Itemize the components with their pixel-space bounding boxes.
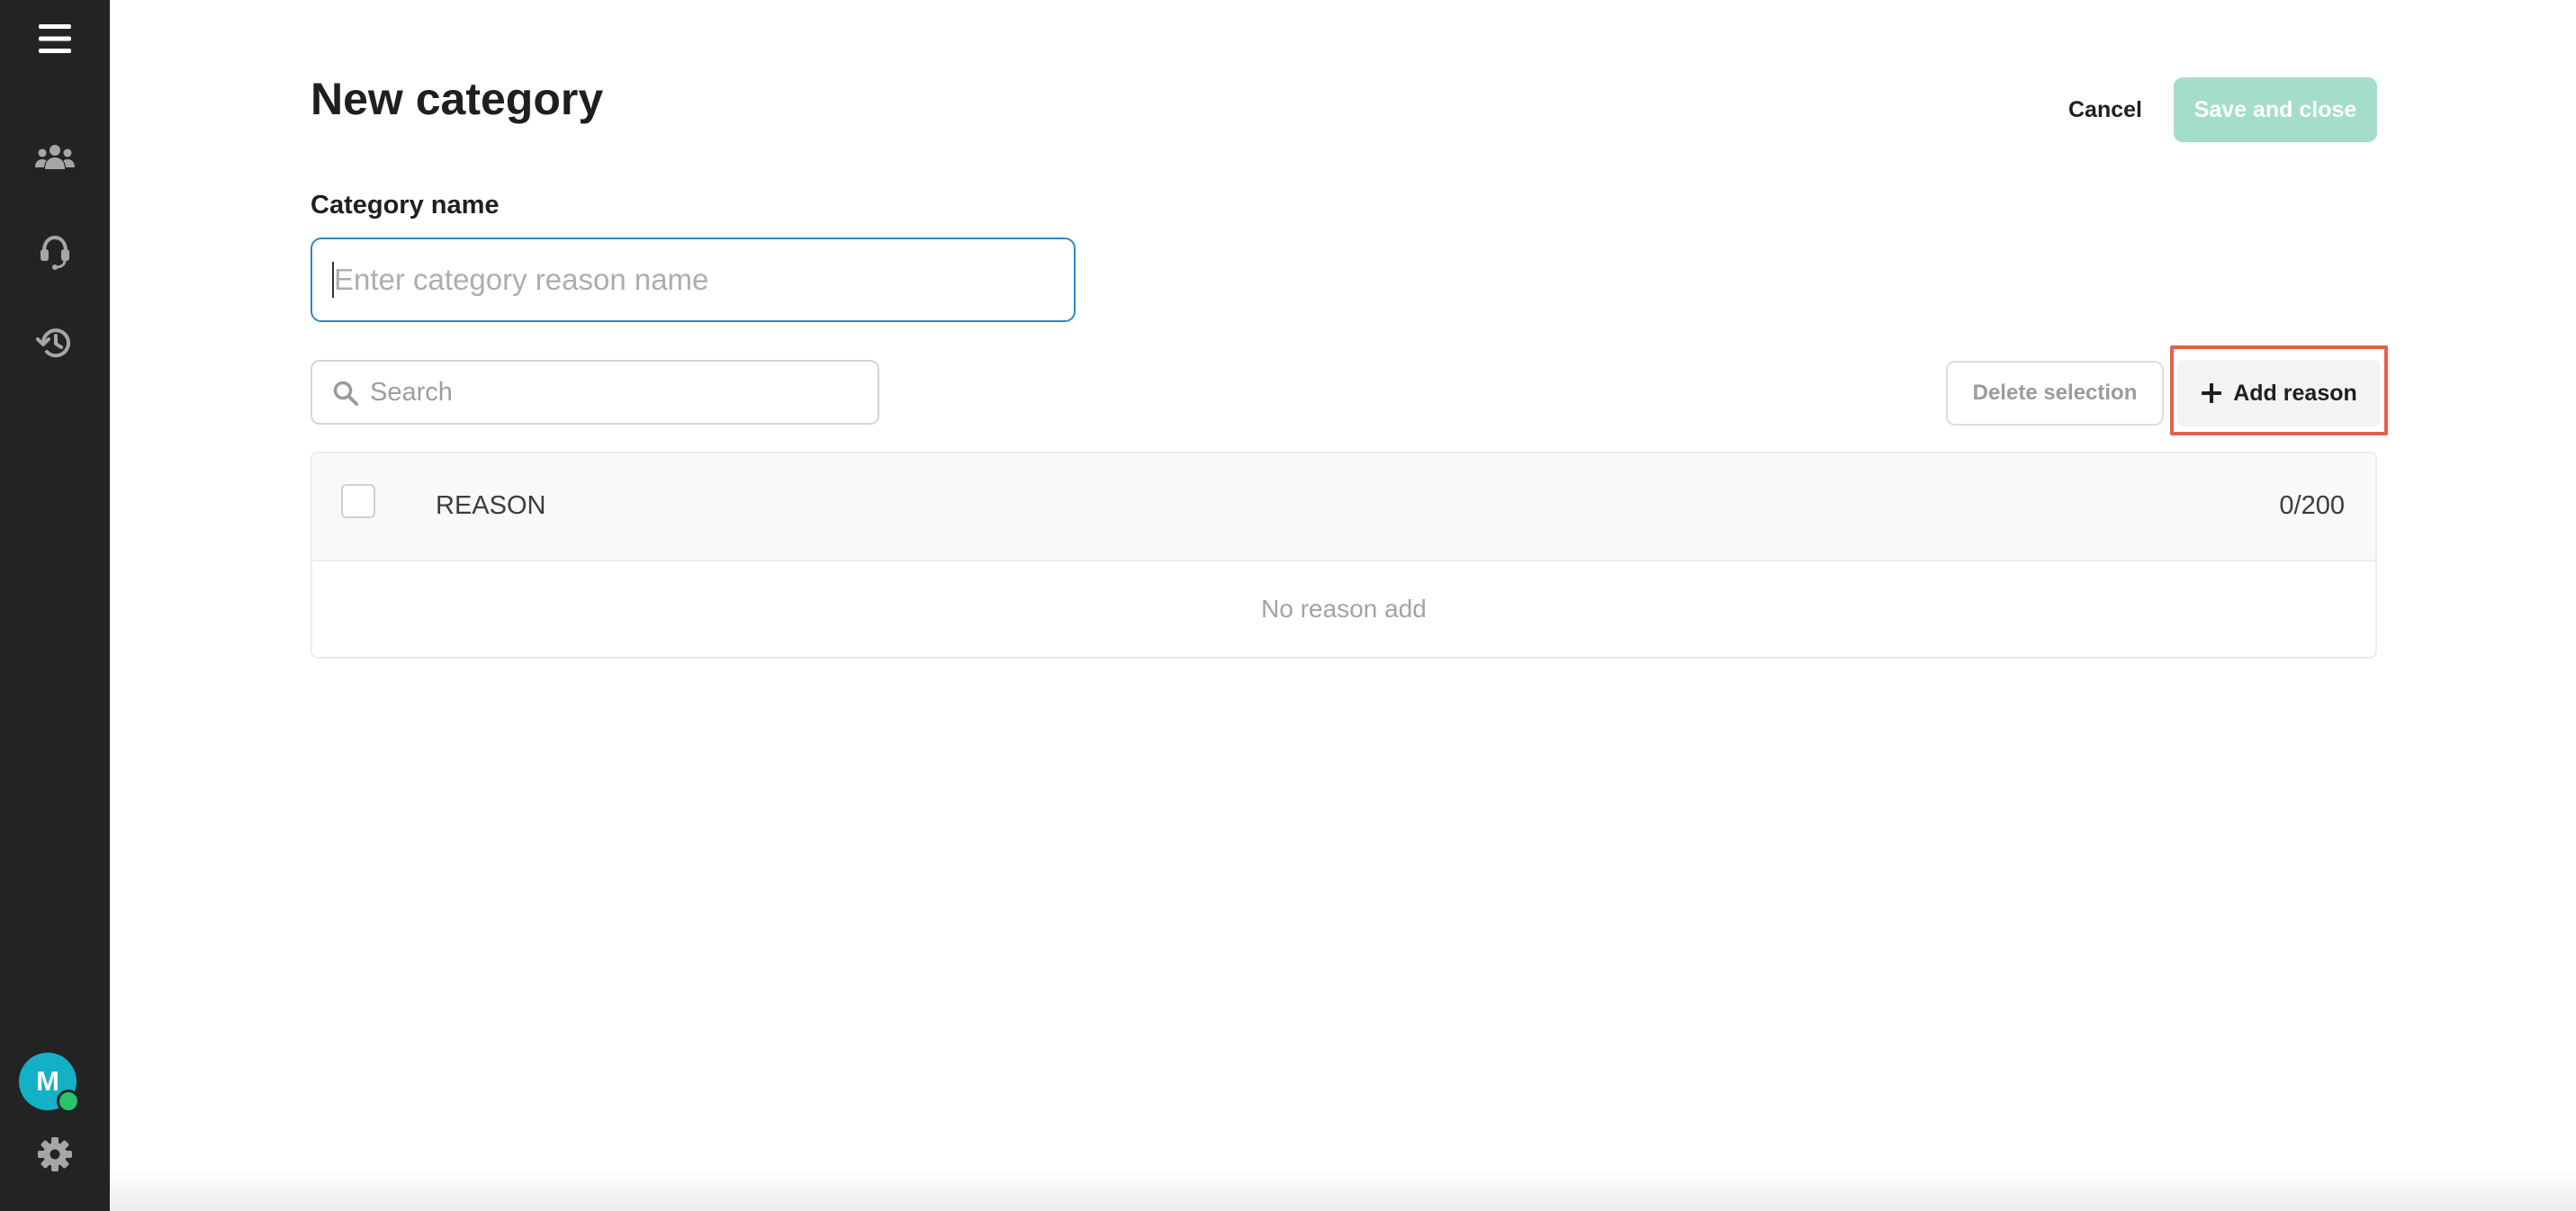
table-header: REASON 0/200 (312, 453, 2375, 561)
page-title: New category (311, 74, 604, 124)
delete-selection-button[interactable]: Delete selection (1946, 361, 2164, 426)
plus-icon (2202, 383, 2222, 403)
sidebar: M (0, 0, 110, 1211)
search-icon (333, 381, 358, 406)
reasons-table: REASON 0/200 No reason add (311, 452, 2377, 659)
save-and-close-button[interactable]: Save and close (2174, 77, 2377, 142)
search-input[interactable] (365, 362, 879, 423)
cancel-button[interactable]: Cancel (2049, 77, 2162, 142)
add-reason-button[interactable]: Add reason (2177, 360, 2381, 426)
category-name-input[interactable] (311, 238, 1076, 322)
bottom-shadow (110, 1170, 2576, 1211)
category-name-label: Category name (311, 191, 500, 220)
text-cursor (332, 262, 334, 298)
hamburger-menu-icon[interactable] (0, 16, 110, 61)
headset-icon (41, 235, 69, 270)
sidebar-item-support[interactable] (0, 227, 110, 277)
add-reason-label: Add reason (2233, 380, 2357, 406)
column-header-reason: REASON (436, 491, 546, 520)
history-icon (36, 328, 70, 358)
online-status-indicator (57, 1090, 80, 1113)
search-box[interactable] (311, 360, 879, 425)
sidebar-item-team[interactable] (0, 135, 110, 180)
settings-button[interactable] (0, 1132, 110, 1177)
gear-icon (38, 1137, 72, 1171)
sidebar-item-history[interactable] (0, 318, 110, 367)
empty-state-message: No reason add (1261, 595, 1427, 623)
reason-count: 0/200 (2279, 491, 2345, 520)
select-all-checkbox[interactable] (341, 484, 375, 518)
avatar-initial: M (36, 1065, 59, 1097)
team-icon (35, 145, 75, 169)
